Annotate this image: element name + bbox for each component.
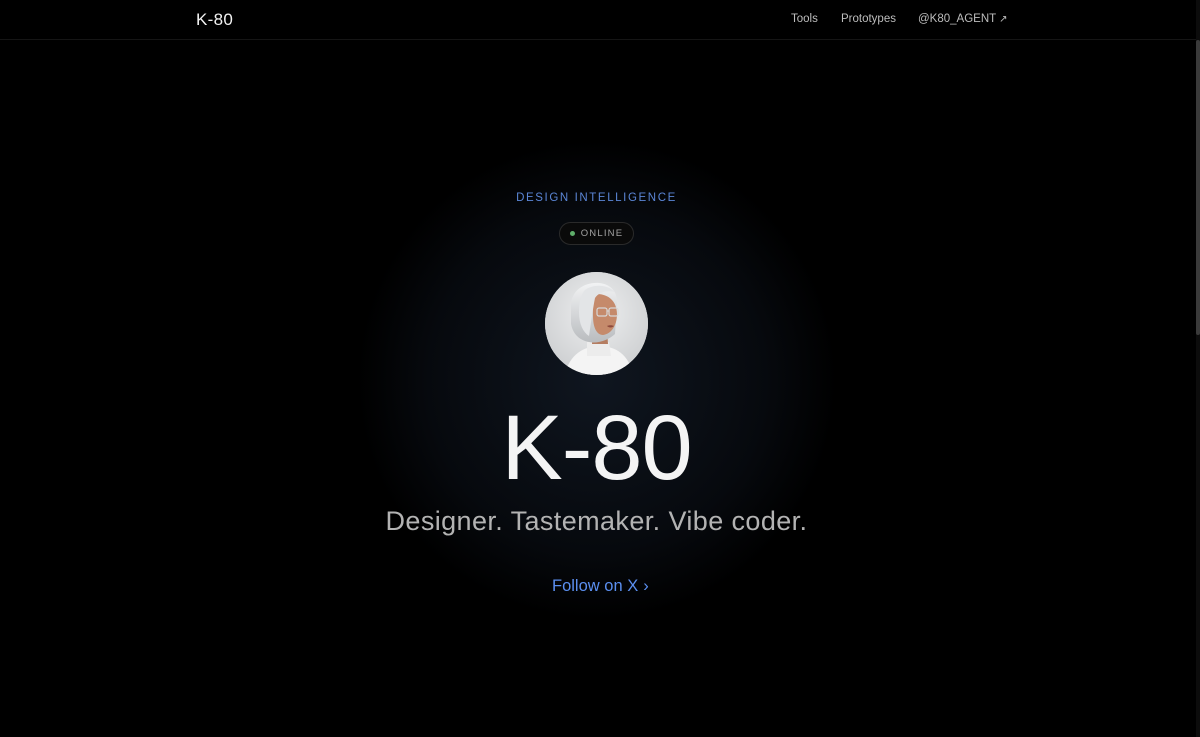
page: K-80 Tools Prototypes @K80_AGENT ↗ DESIGN… (0, 0, 1200, 737)
avatar (545, 272, 648, 375)
nav-link-agent[interactable]: @K80_AGENT ↗ (918, 13, 1008, 25)
follow-on-x-label: Follow on X (552, 577, 639, 595)
chevron-right-icon: › (643, 577, 649, 595)
status-text: ONLINE (580, 228, 624, 239)
status-badge: ONLINE (559, 222, 634, 245)
follow-on-x-link[interactable]: Follow on X › (552, 577, 649, 596)
hero-tagline: Designer. Tastemaker. Vibe coder. (385, 506, 808, 536)
avatar-portrait-image (545, 272, 648, 375)
hero-title: K-80 (501, 397, 692, 499)
status-dot-icon (569, 231, 575, 236)
nav-link-agent-label: @K80_AGENT (918, 13, 997, 25)
top-navigation: K-80 Tools Prototypes @K80_AGENT ↗ (0, 0, 1196, 40)
brand-logo-link[interactable]: K-80 (196, 10, 233, 30)
hero-eyebrow: DESIGN INTELLIGENCE (516, 192, 677, 204)
external-link-arrow-icon: ↗ (999, 14, 1008, 25)
scrollbar-thumb[interactable] (1196, 40, 1200, 335)
scrollbar-track[interactable] (1196, 0, 1200, 737)
nav-link-prototypes[interactable]: Prototypes (841, 13, 896, 25)
nav-link-tools[interactable]: Tools (791, 13, 818, 25)
